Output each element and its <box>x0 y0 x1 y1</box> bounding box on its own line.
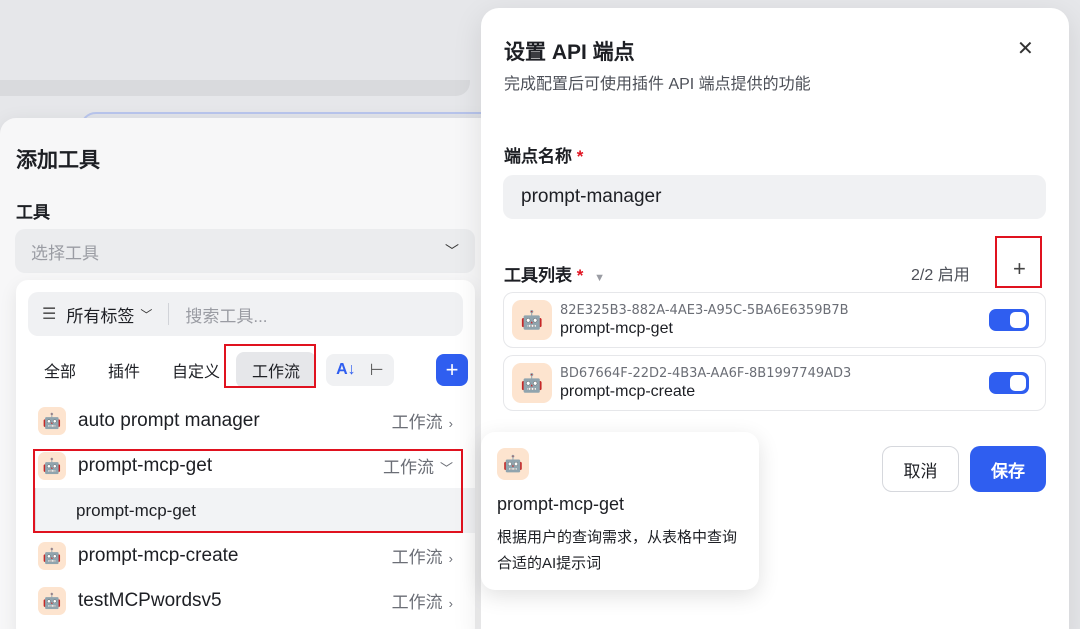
divider <box>168 303 170 325</box>
tool-enable-toggle[interactable] <box>989 309 1029 331</box>
tool-select-placeholder: 选择工具 <box>31 243 99 263</box>
tool-name: prompt-mcp-create <box>78 544 239 566</box>
tag-filter[interactable]: 所有标签 <box>66 302 134 327</box>
tool-field-label: 工具 <box>16 203 50 222</box>
tab-all[interactable]: 全部 <box>28 352 92 388</box>
tool-id: BD67664F-22D2-4B3A-AA6F-8B1997749AD3 <box>560 365 852 381</box>
tool-name: testMCPwordsv5 <box>78 589 222 611</box>
dialog-subtitle: 完成配置后可使用插件 API 端点提供的功能 <box>504 76 811 93</box>
robot-icon: 🤖 <box>38 541 66 570</box>
panel-title: 添加工具 <box>16 149 100 172</box>
endpoint-name-label-text: 端点名称 <box>504 147 572 166</box>
cancel-button[interactable]: 取消 <box>882 446 959 492</box>
chevron-right-icon: › <box>448 551 453 566</box>
robot-icon: 🤖 <box>38 586 66 615</box>
search-input[interactable]: 搜索工具... <box>185 302 267 327</box>
endpoint-name-input[interactable] <box>503 175 1046 219</box>
annotation-box-workflow-tab <box>224 344 316 388</box>
dialog-title: 设置 API 端点 <box>504 41 635 64</box>
tool-item[interactable]: 🤖 auto prompt manager 工作流 › <box>16 398 475 443</box>
tool-item[interactable]: 🤖 prompt-mcp-create 工作流 › <box>16 533 475 578</box>
annotation-box-tool-item <box>33 449 463 533</box>
tooltip-description: 根据用户的查询需求，从表格中查询合适的AI提示词 <box>497 529 738 572</box>
tool-select[interactable]: 选择工具 ﹀ <box>15 229 475 273</box>
tree-view-icon[interactable]: ⊢ <box>370 360 384 380</box>
enabled-count: 2/2 启用 <box>911 267 970 284</box>
endpoint-tool-row: 🤖 82E325B3-882A-4AE3-A95C-5BA6E6359B7B p… <box>503 292 1046 348</box>
save-button[interactable]: 保存 <box>970 446 1046 492</box>
tool-name: auto prompt manager <box>78 409 260 431</box>
tool-list-label: 工具列表 * ▼ <box>504 261 605 286</box>
robot-icon: 🤖 <box>512 363 552 403</box>
required-mark: * <box>576 147 584 166</box>
filter-icon[interactable]: ☰ <box>42 304 56 324</box>
tool-list-label-text: 工具列表 <box>504 266 572 285</box>
add-tool-button[interactable]: + <box>436 354 468 386</box>
endpoint-name-label: 端点名称 * <box>504 142 583 167</box>
sort-az-icon[interactable]: A↓ <box>336 361 356 379</box>
tool-id: 82E325B3-882A-4AE3-A95C-5BA6E6359B7B <box>560 302 849 318</box>
view-toggle-group: A↓ ⊢ <box>326 354 394 386</box>
close-icon[interactable]: ✕ <box>1017 36 1034 61</box>
tooltip-tool-name: prompt-mcp-get <box>497 494 625 514</box>
annotation-box-add-tool <box>995 236 1042 288</box>
tool-name: prompt-mcp-get <box>560 319 673 337</box>
caret-down-icon[interactable]: ▼ <box>594 272 605 284</box>
tool-type: 工作流 <box>391 413 443 432</box>
robot-icon: 🤖 <box>38 406 66 435</box>
tool-name: prompt-mcp-create <box>560 382 696 400</box>
tool-item[interactable]: 🤖 testMCPwordsv5 工作流 › <box>16 578 475 623</box>
tool-type: 工作流 <box>391 593 443 612</box>
background-bar <box>0 80 470 96</box>
tool-enable-toggle[interactable] <box>989 372 1029 394</box>
chevron-down-icon: ﹀ <box>445 243 459 259</box>
chevron-down-icon[interactable]: ﹀ <box>140 306 152 323</box>
chevron-right-icon: › <box>448 596 453 611</box>
tab-plugin[interactable]: 插件 <box>92 352 156 388</box>
filter-bar: ☰ 所有标签 ﹀ 搜索工具... <box>28 292 463 336</box>
chevron-right-icon: › <box>448 416 453 431</box>
robot-icon: 🤖 <box>497 448 529 480</box>
endpoint-tool-row: 🤖 BD67664F-22D2-4B3A-AA6F-8B1997749AD3 p… <box>503 355 1046 411</box>
tool-type: 工作流 <box>391 548 443 567</box>
robot-icon: 🤖 <box>512 300 552 340</box>
tool-tooltip: 🤖 prompt-mcp-get 根据用户的查询需求，从表格中查询合适的AI提示… <box>481 432 759 590</box>
required-mark: * <box>576 266 584 285</box>
